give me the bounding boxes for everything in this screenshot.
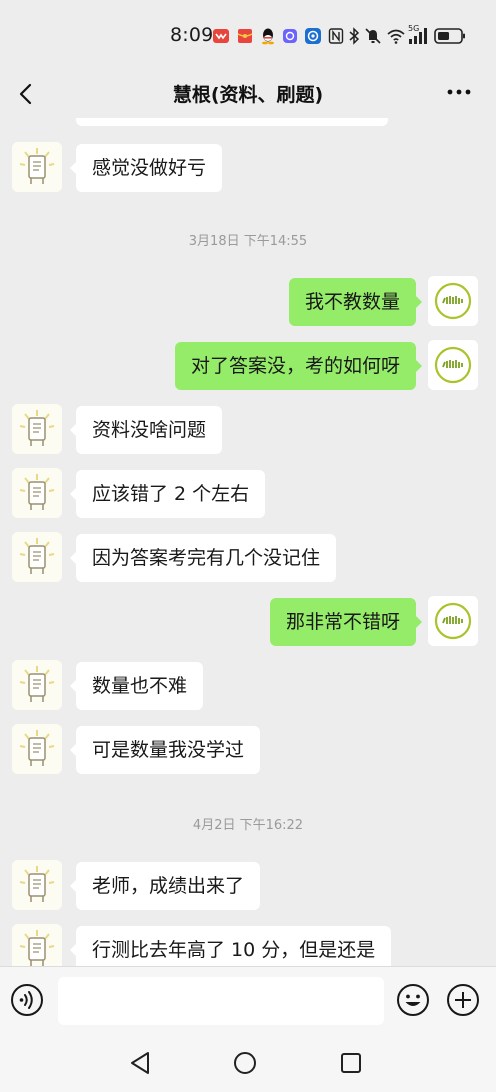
- status-icons: 5G: [212, 24, 472, 47]
- message-bubble[interactable]: 资料没啥问题: [69, 406, 223, 454]
- status-bar: 8:09 5G: [0, 0, 496, 72]
- status-time: 8:09: [170, 24, 214, 46]
- system-navigation-bar: [0, 1034, 496, 1092]
- bluetooth-icon: [349, 27, 360, 45]
- message-bubble[interactable]: 对了答案没，考的如何呀: [174, 342, 423, 390]
- message-bubble[interactable]: 可是数量我没学过: [69, 726, 261, 774]
- message-bubble[interactable]: 应该错了 2 个左右: [69, 470, 266, 518]
- square-recent-icon[interactable]: [340, 1052, 362, 1074]
- message-bubble[interactable]: 数量也不难: [69, 662, 204, 710]
- message-row: 对了答案没，考的如何呀: [0, 340, 496, 392]
- contact-avatar[interactable]: [12, 724, 62, 774]
- my-avatar[interactable]: [428, 596, 478, 646]
- my-avatar[interactable]: [428, 340, 478, 390]
- wifi-icon: [387, 29, 405, 44]
- message-row: 因为答案考完有几个没记住: [0, 532, 496, 584]
- timestamp: 4月2日 下午16:22: [192, 818, 304, 833]
- battery-icon: [434, 28, 465, 44]
- message-bubble[interactable]: 行测比去年高了 10 分，但是还是: [69, 926, 392, 966]
- chat-title: 慧根(资料、刷题): [172, 84, 324, 106]
- red-packet-icon: [237, 29, 253, 43]
- input-bar: [0, 966, 496, 1034]
- timestamp: 3月18日 下午14:55: [188, 234, 308, 249]
- more-dots-icon[interactable]: [446, 86, 472, 98]
- my-avatar[interactable]: [428, 276, 478, 326]
- chat-header: 慧根(资料、刷题): [0, 72, 496, 118]
- notification-app-icon: [213, 29, 229, 43]
- emoji-icon[interactable]: [396, 983, 430, 1017]
- contact-avatar[interactable]: [12, 660, 62, 710]
- nfc-icon: [328, 28, 344, 44]
- app-icon: [283, 29, 297, 43]
- circle-home-icon[interactable]: [233, 1051, 257, 1075]
- message-row: 可是数量我没学过: [0, 724, 496, 776]
- message-bubble[interactable]: 那非常不错呀: [269, 598, 423, 646]
- message-row: 应该错了 2 个左右: [0, 468, 496, 520]
- contact-avatar[interactable]: [12, 468, 62, 518]
- message-bubble[interactable]: 我不教数量: [288, 278, 423, 326]
- message-row: 资料没啥问题: [0, 404, 496, 456]
- message-bubble[interactable]: 感觉没做好亏: [69, 144, 223, 192]
- contact-avatar[interactable]: [12, 532, 62, 582]
- message-list[interactable]: 感觉没做好亏 3月18日 下午14:55 我不教数量 对了答案没，考的如何呀 资…: [0, 118, 496, 966]
- triangle-back-icon[interactable]: [128, 1050, 152, 1076]
- message-input[interactable]: [58, 977, 384, 1025]
- voice-icon[interactable]: [10, 983, 44, 1017]
- message-bubble-partial: [76, 118, 388, 126]
- message-row: 我不教数量: [0, 276, 496, 328]
- contact-avatar[interactable]: [12, 924, 62, 966]
- plus-icon[interactable]: [446, 983, 480, 1017]
- message-row: 数量也不难: [0, 660, 496, 712]
- message-row: 行测比去年高了 10 分，但是还是: [0, 924, 496, 966]
- message-row: 那非常不错呀: [0, 596, 496, 648]
- signal-icon: [409, 28, 427, 44]
- contact-avatar[interactable]: [12, 404, 62, 454]
- message-row: 老师，成绩出来了: [0, 860, 496, 912]
- message-bubble[interactable]: 老师，成绩出来了: [69, 862, 261, 910]
- contact-avatar[interactable]: [12, 142, 62, 192]
- qq-icon: [262, 28, 274, 45]
- contact-avatar[interactable]: [12, 860, 62, 910]
- nfc-app-icon: [305, 28, 321, 44]
- mute-icon: [365, 28, 381, 44]
- message-row: 感觉没做好亏: [0, 142, 496, 194]
- message-bubble[interactable]: 因为答案考完有几个没记住: [69, 534, 337, 582]
